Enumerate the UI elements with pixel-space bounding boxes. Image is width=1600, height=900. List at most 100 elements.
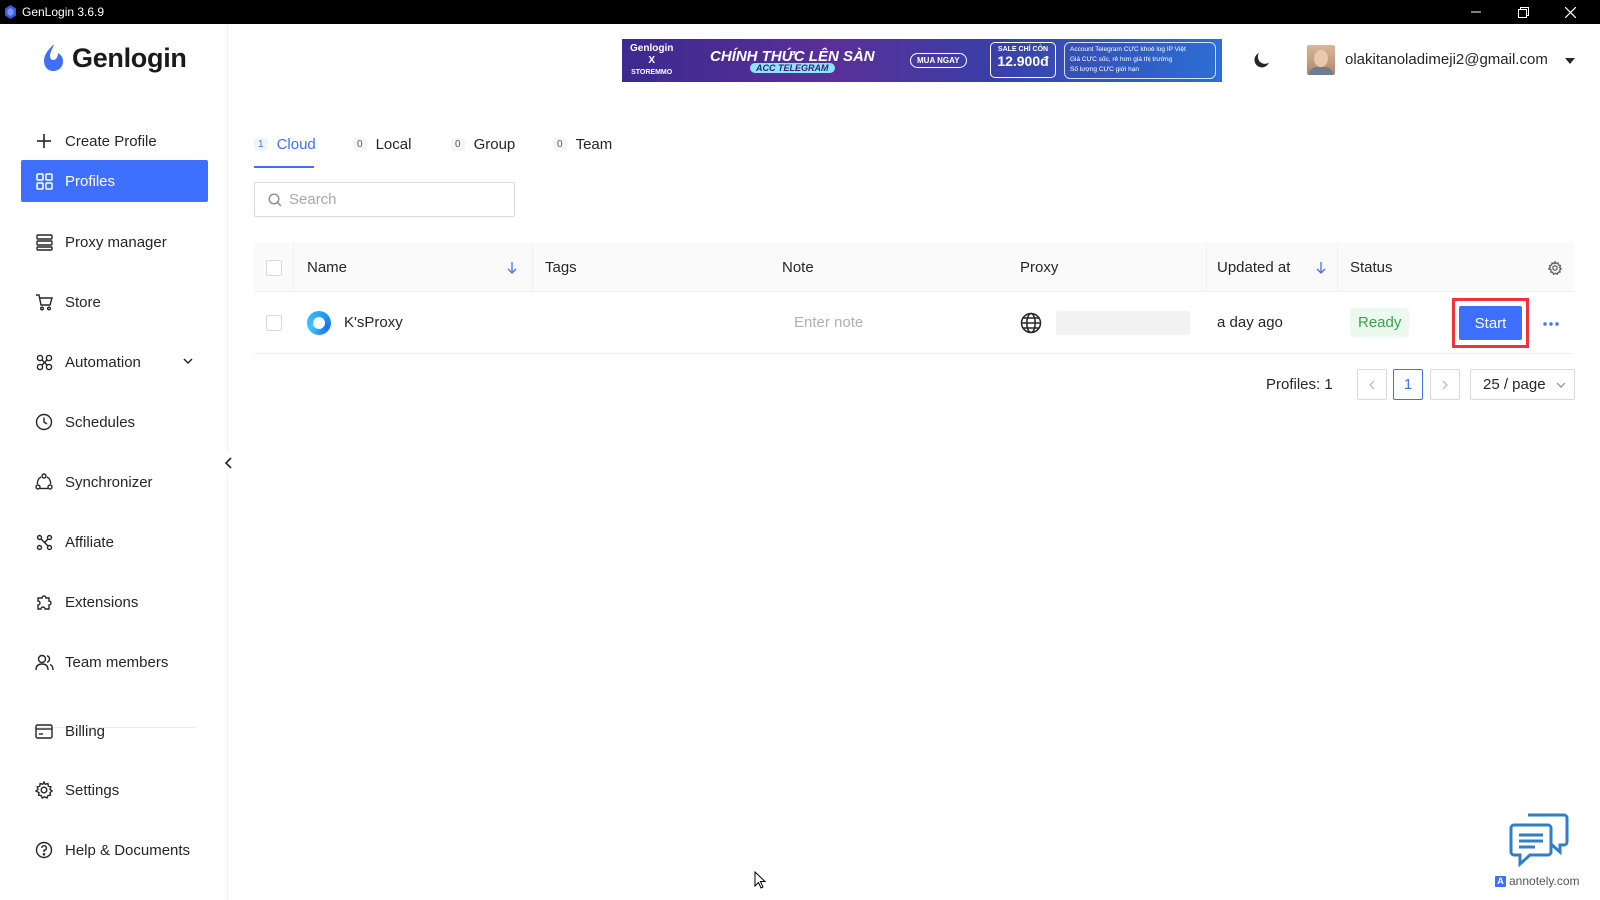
minimize-icon <box>1471 11 1481 13</box>
genlogin-logo-icon <box>44 44 63 71</box>
sort-arrow-down-icon[interactable] <box>1315 261 1327 275</box>
sidebar-item-label: Automation <box>65 353 141 371</box>
tab-count: 0 <box>451 137 465 151</box>
tab-label: Group <box>473 135 516 153</box>
moon-icon <box>1254 53 1269 68</box>
profiles-table: Name Tags Note Proxy Updated at Status K… <box>254 243 1574 354</box>
tab-group[interactable]: 0 Group <box>451 120 515 168</box>
tab-local[interactable]: 0 Local <box>353 120 411 168</box>
tab-count: 1 <box>254 137 268 151</box>
chevron-left-icon <box>1369 380 1375 389</box>
clock-icon <box>34 412 54 432</box>
banner-brand-x: X <box>648 55 655 66</box>
annotely-watermark: A annotely.com <box>1495 874 1579 888</box>
help-icon <box>34 840 54 860</box>
table-row: K'sProxy Enter note a day ago Ready Star… <box>254 292 1574 354</box>
sidebar-item-label: Affiliate <box>65 533 114 551</box>
sidebar-item-affiliate[interactable]: Affiliate <box>21 521 208 563</box>
tab-active-indicator <box>254 166 314 168</box>
dark-mode-toggle[interactable] <box>1252 50 1274 72</box>
browser-icon <box>307 292 331 353</box>
chat-icon <box>1509 813 1569 868</box>
restore-icon <box>1517 6 1529 18</box>
banner-cta[interactable]: MUA NGAY <box>910 53 967 68</box>
sidebar-item-synchronizer[interactable]: Synchronizer <box>21 461 208 503</box>
sidebar-item-automation[interactable]: Automation <box>21 341 208 383</box>
users-icon <box>34 652 54 672</box>
gear-icon <box>1548 260 1562 275</box>
column-header-name[interactable]: Name <box>307 243 347 292</box>
server-icon <box>34 232 54 252</box>
start-button[interactable]: Start <box>1459 306 1522 340</box>
tab-cloud[interactable]: 1 Cloud <box>254 120 316 168</box>
column-settings-button[interactable] <box>1548 243 1562 292</box>
tab-team[interactable]: 0 Team <box>553 120 612 168</box>
card-icon <box>34 721 54 741</box>
next-page-button[interactable] <box>1430 369 1460 400</box>
sidebar-item-label: Team members <box>65 653 169 671</box>
chevron-down-icon <box>183 358 193 365</box>
chevron-right-icon <box>1442 380 1448 389</box>
promo-banner[interactable]: Genlogin X STOREMMO CHÍNH THỨC LÊN SÀN A… <box>622 39 1222 82</box>
search-box[interactable] <box>254 182 515 217</box>
proxy-value <box>1056 292 1190 353</box>
select-all-checkbox[interactable] <box>266 243 282 292</box>
prev-page-button[interactable] <box>1357 369 1387 400</box>
banner-bullet: Account Telegram CỰC khoẻ log IP Việt <box>1070 46 1186 53</box>
banner-bullets: Account Telegram CỰC khoẻ log IP Việt Gi… <box>1064 42 1216 79</box>
watermark-text: annotely.com <box>1509 874 1580 888</box>
sidebar-item-extensions[interactable]: Extensions <box>21 581 208 623</box>
banner-bullet: Số lượng CỰC giới hạn <box>1070 66 1140 73</box>
profile-name[interactable]: K'sProxy <box>344 292 403 353</box>
note-input[interactable]: Enter note <box>794 292 863 353</box>
puzzle-icon <box>34 592 54 612</box>
close-icon <box>1564 6 1576 18</box>
window-title: GenLogin 3.6.9 <box>22 5 105 19</box>
sidebar-item-profiles[interactable]: Profiles <box>21 160 208 202</box>
search-input[interactable] <box>289 191 509 208</box>
sidebar-item-help-documents[interactable]: Help & Documents <box>21 829 208 871</box>
sidebar-item-settings[interactable]: Settings <box>21 769 208 811</box>
avatar[interactable] <box>1307 45 1335 75</box>
sidebar-item-team-members[interactable]: Team members <box>21 641 208 683</box>
app-logo[interactable]: Genlogin <box>40 42 187 74</box>
user-email[interactable]: olakitanoladimeji2@gmail.com <box>1345 51 1548 68</box>
sidebar-item-label: Settings <box>65 781 120 799</box>
sidebar-collapse-button[interactable] <box>218 452 240 474</box>
banner-sub: ACC TELEGRAM <box>750 63 835 73</box>
table-header: Name Tags Note Proxy Updated at Status <box>254 243 1574 292</box>
column-header-status: Status <box>1350 259 1393 276</box>
sidebar-item-schedules[interactable]: Schedules <box>21 401 208 443</box>
minimize-button[interactable] <box>1453 0 1499 24</box>
close-button[interactable] <box>1547 0 1593 24</box>
plus-icon <box>34 131 54 151</box>
restore-button[interactable] <box>1500 0 1546 24</box>
sidebar-item-label: Store <box>65 293 101 311</box>
status-badge-text: Ready <box>1350 308 1410 337</box>
mouse-cursor-icon <box>754 871 766 889</box>
sidebar-item-proxy-manager[interactable]: Proxy manager <box>21 221 208 263</box>
column-header-updated-at[interactable]: Updated at <box>1217 243 1290 292</box>
logo-text: Genlogin <box>72 42 187 73</box>
chat-support-button[interactable] <box>1508 811 1570 869</box>
more-actions-button[interactable] <box>1542 316 1560 327</box>
caret-down-icon[interactable] <box>1564 57 1576 65</box>
banner-brand-bottom: STOREMMO <box>631 69 673 76</box>
page-size-select[interactable]: 25 / page <box>1470 369 1575 400</box>
create-profile-label: Create Profile <box>65 132 157 150</box>
status-badge: Ready <box>1350 292 1410 353</box>
column-header-note: Note <box>782 259 814 276</box>
row-checkbox[interactable] <box>266 292 282 353</box>
affiliate-icon <box>34 532 54 552</box>
annotely-logo-icon: A <box>1495 875 1506 887</box>
automation-icon <box>34 352 54 372</box>
tab-count: 0 <box>353 137 367 151</box>
sidebar-item-store[interactable]: Store <box>21 281 208 323</box>
sidebar-item-billing[interactable]: Billing <box>21 710 208 752</box>
sync-icon <box>34 472 54 492</box>
page-number-button[interactable]: 1 <box>1393 369 1423 400</box>
create-profile-button[interactable]: Create Profile <box>21 120 208 162</box>
column-header-tags: Tags <box>545 259 577 276</box>
tab-label: Local <box>375 135 412 153</box>
sort-arrow-down-icon[interactable] <box>506 261 518 275</box>
